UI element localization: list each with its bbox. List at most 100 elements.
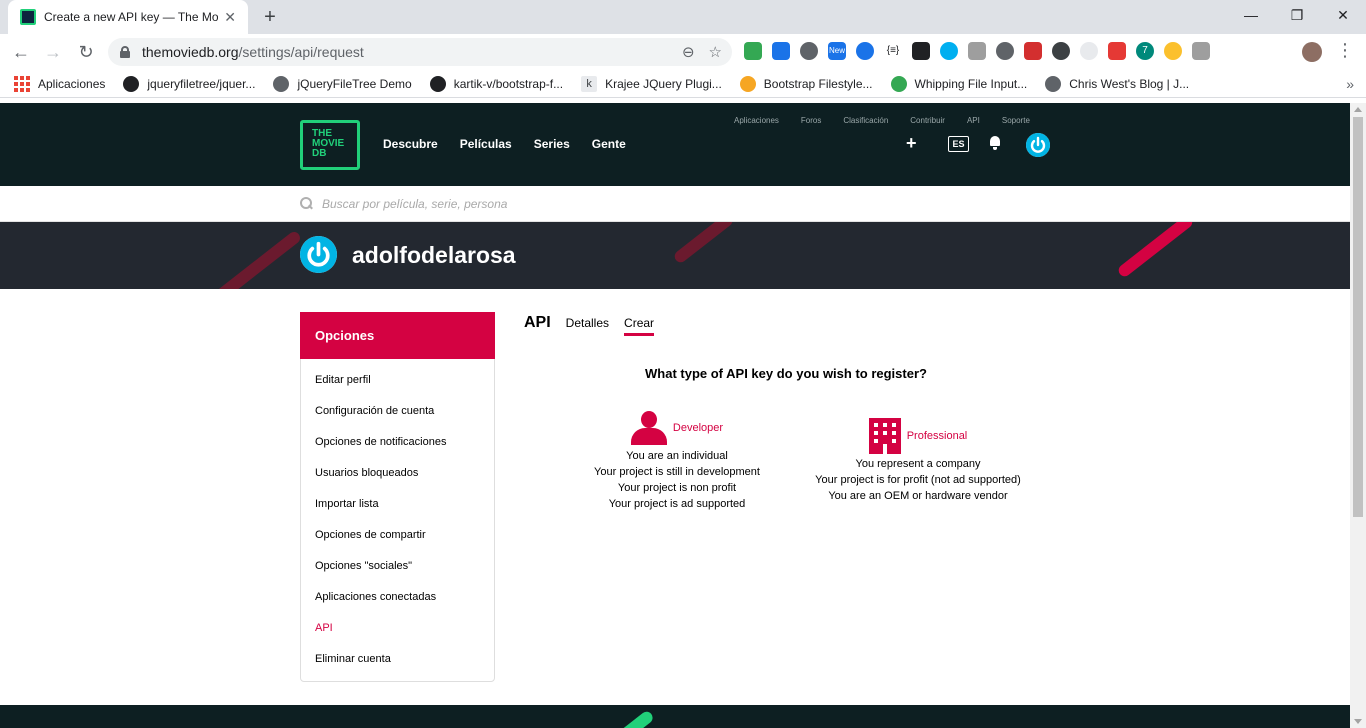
extension-pdf-icon[interactable]	[1108, 42, 1126, 60]
extension-badge-icon[interactable]: 7	[1136, 42, 1154, 60]
sidebar-item-sharing[interactable]: Opciones de compartir	[301, 520, 494, 551]
browser-tabstrip: Create a new API key — The Mov ✕ + — ❐ ✕	[0, 0, 1366, 34]
secondary-nav: Aplicaciones Foros Clasificación Contrib…	[734, 116, 1030, 125]
bookmark-label: Aplicaciones	[38, 76, 106, 91]
extension-icon[interactable]	[744, 42, 762, 60]
extension-icon[interactable]	[1164, 42, 1182, 60]
sidebar-item-import-list[interactable]: Importar lista	[301, 489, 494, 520]
browser-tab[interactable]: Create a new API key — The Mov ✕	[8, 0, 248, 34]
add-plus-icon[interactable]: +	[906, 133, 917, 154]
banner-stripe	[1116, 222, 1195, 279]
tmdb-logo[interactable]: THE MOVIE DB	[300, 120, 360, 170]
extension-code-icon[interactable]	[1192, 42, 1210, 60]
bookmark-label: jQueryFileTree Demo	[297, 76, 412, 91]
developer-line: Your project is still in development	[594, 466, 760, 478]
forward-button[interactable]: →	[41, 40, 65, 64]
sidebar-item-delete-account[interactable]: Eliminar cuenta	[301, 644, 494, 675]
person-icon[interactable]	[630, 411, 667, 445]
bookmark-apps[interactable]: Aplicaciones	[14, 75, 106, 92]
profile-banner: adolfodelarosa	[0, 222, 1350, 289]
nav-movies[interactable]: Películas	[460, 137, 512, 151]
extension-icon[interactable]	[996, 42, 1014, 60]
extension-icon[interactable]	[772, 42, 790, 60]
nav-series[interactable]: Series	[534, 137, 570, 151]
search-input[interactable]	[322, 195, 922, 213]
professional-option: Professional You represent a company You…	[806, 416, 1030, 504]
url-path: /settings/api/request	[238, 44, 364, 60]
window-controls: — ❐ ✕	[1228, 0, 1366, 30]
subnav-api[interactable]: API	[967, 116, 980, 125]
sidebar-item-edit-profile[interactable]: Editar perfil	[301, 365, 494, 396]
professional-link[interactable]: Professional	[907, 430, 968, 442]
developer-link[interactable]: Developer	[673, 422, 723, 434]
reload-button[interactable]: ↻	[74, 40, 98, 64]
extension-json-icon[interactable]: {≡}	[884, 42, 902, 60]
extension-icon[interactable]	[1080, 42, 1098, 60]
section-title: API	[524, 314, 551, 331]
tab-title: Create a new API key — The Mov	[44, 10, 219, 24]
profile-username[interactable]: adolfodelarosa	[352, 242, 516, 269]
extension-icon[interactable]	[800, 42, 818, 60]
zoom-icon[interactable]: ⊖	[682, 43, 695, 61]
bookmark-item[interactable]: Bootstrap Filestyle...	[739, 75, 873, 92]
lock-icon	[120, 46, 130, 58]
minimize-button[interactable]: —	[1228, 0, 1274, 30]
bookmark-item[interactable]: kartik-v/bootstrap-f...	[429, 75, 563, 92]
subnav-apps[interactable]: Aplicaciones	[734, 116, 779, 125]
close-icon[interactable]: ✕	[224, 9, 236, 26]
bell-icon[interactable]	[989, 136, 1001, 150]
scroll-up-icon[interactable]	[1354, 107, 1362, 112]
banner-stripe	[672, 222, 735, 265]
sidebar-item-blocked-users[interactable]: Usuarios bloqueados	[301, 458, 494, 489]
close-window-button[interactable]: ✕	[1320, 0, 1366, 30]
bookmark-item[interactable]: jqueryfiletree/jquer...	[123, 75, 255, 92]
extension-icon[interactable]	[968, 42, 986, 60]
url-text[interactable]: themoviedb.org/settings/api/request	[142, 44, 668, 60]
sidebar-item-account-settings[interactable]: Configuración de cuenta	[301, 396, 494, 427]
bookmark-item[interactable]: Whipping File Input...	[890, 75, 1028, 92]
subnav-leaderboard[interactable]: Clasificación	[843, 116, 888, 125]
developer-option: Developer You are an individual Your pro…	[566, 408, 788, 512]
extension-icon[interactable]	[1024, 42, 1042, 60]
logo-line: DB	[312, 148, 327, 159]
bookmarks-overflow-icon[interactable]: »	[1346, 76, 1354, 92]
more-menu-icon[interactable]: ⋮	[1336, 40, 1354, 61]
sidebar-item-notifications[interactable]: Opciones de notificaciones	[301, 427, 494, 458]
bookmark-label: Whipping File Input...	[914, 76, 1028, 91]
extension-skype-icon[interactable]	[940, 42, 958, 60]
bookmark-star-icon[interactable]: ☆	[709, 43, 722, 61]
bookmark-label: Krajee JQuery Plugi...	[605, 76, 722, 91]
extension-terminal-icon[interactable]	[912, 42, 930, 60]
sidebar-item-api[interactable]: API	[301, 613, 494, 644]
bookmark-item[interactable]: jQueryFileTree Demo	[273, 75, 412, 92]
browser-toolbar: ← → ↻ themoviedb.org/settings/api/reques…	[0, 34, 1366, 70]
back-button[interactable]: ←	[9, 40, 33, 64]
page-scrollbar[interactable]	[1350, 103, 1366, 728]
nav-discover[interactable]: Descubre	[383, 137, 438, 151]
sidebar-item-social[interactable]: Opciones "sociales"	[301, 551, 494, 582]
new-tab-button[interactable]: +	[259, 6, 281, 28]
subnav-contribute[interactable]: Contribuir	[910, 116, 945, 125]
bookmark-item[interactable]: Chris West's Blog | J...	[1045, 75, 1189, 92]
user-avatar[interactable]	[1026, 133, 1050, 157]
language-button[interactable]: ES	[948, 136, 969, 152]
extension-new-icon[interactable]: New	[828, 42, 846, 60]
profile-avatar[interactable]	[300, 236, 337, 273]
bookmark-item[interactable]: k Krajee JQuery Plugi...	[581, 75, 722, 92]
subnav-support[interactable]: Soporte	[1002, 116, 1030, 125]
subnav-forums[interactable]: Foros	[801, 116, 821, 125]
extension-check-icon[interactable]	[856, 42, 874, 60]
scroll-down-icon[interactable]	[1354, 719, 1362, 724]
nav-people[interactable]: Gente	[592, 137, 626, 151]
settings-sidebar: Opciones Editar perfil Configuración de …	[300, 312, 495, 682]
restore-button[interactable]: ❐	[1274, 0, 1320, 30]
sidebar-item-connected-apps[interactable]: Aplicaciones conectadas	[301, 582, 494, 613]
tab-details[interactable]: Detalles	[566, 316, 609, 336]
profile-avatar[interactable]	[1302, 42, 1322, 62]
professional-line: You represent a company	[855, 458, 981, 470]
address-bar[interactable]: themoviedb.org/settings/api/request ⊖ ☆	[108, 38, 732, 66]
building-icon[interactable]	[868, 418, 901, 454]
extension-icon[interactable]	[1052, 42, 1070, 60]
tab-create[interactable]: Crear	[624, 316, 655, 336]
scrollbar-thumb[interactable]	[1353, 117, 1363, 517]
